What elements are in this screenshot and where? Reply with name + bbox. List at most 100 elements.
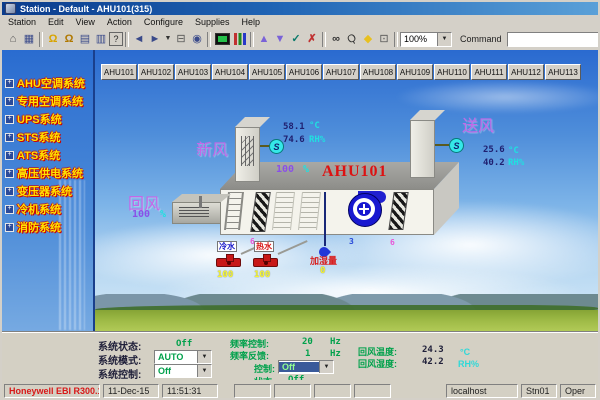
lower-icon[interactable]: ▼ bbox=[272, 31, 288, 47]
supply-air-temp: 25.6 bbox=[483, 145, 505, 155]
tree-expand-icon[interactable]: + bbox=[5, 187, 14, 196]
menu-supplies[interactable]: Supplies bbox=[195, 17, 230, 27]
status-cell-empty bbox=[274, 384, 311, 398]
tree-expand-icon[interactable]: + bbox=[5, 115, 14, 124]
station-field: Stn01 bbox=[521, 384, 557, 398]
tree-expand-icon[interactable]: + bbox=[5, 169, 14, 178]
system-mode-select[interactable]: AUTO ▼ bbox=[154, 350, 212, 364]
page-forward-icon[interactable]: ► bbox=[147, 31, 163, 47]
menu-help[interactable]: Help bbox=[241, 17, 260, 27]
tree-expand-icon[interactable]: + bbox=[5, 151, 14, 160]
chevron-down-icon[interactable]: ▼ bbox=[197, 351, 211, 363]
chilled-water-valve[interactable] bbox=[216, 258, 241, 267]
menu-edit[interactable]: Edit bbox=[48, 17, 64, 27]
cancel-icon[interactable]: ✗ bbox=[304, 31, 320, 47]
sidebar-item-hv-power[interactable]: +高压供电系统 bbox=[2, 164, 93, 182]
menu-station[interactable]: Station bbox=[8, 17, 36, 27]
toolbar-separator bbox=[250, 32, 254, 47]
tab-ahu106[interactable]: AHU106 bbox=[286, 64, 322, 80]
sidebar-item-transformer[interactable]: +变压器系统 bbox=[2, 182, 93, 200]
fresh-damper-unit: % bbox=[303, 164, 309, 175]
tree-expand-icon[interactable]: + bbox=[5, 79, 14, 88]
toolbar-separator bbox=[125, 32, 129, 47]
tree-expand-icon[interactable]: + bbox=[5, 133, 14, 142]
supply-air-sensor-icon[interactable]: S bbox=[449, 138, 464, 153]
chevron-down-icon[interactable]: ▼ bbox=[319, 361, 333, 373]
tab-ahu104[interactable]: AHU104 bbox=[212, 64, 248, 80]
fresh-air-tower-top bbox=[235, 117, 270, 127]
menu-view[interactable]: View bbox=[76, 17, 95, 27]
hot-water-label: 热水 bbox=[254, 241, 274, 252]
supply-air-temp-unit: °C bbox=[508, 146, 519, 156]
return-humidity-unit: RH% bbox=[458, 359, 479, 369]
capture-icon[interactable]: ◉ bbox=[189, 31, 205, 47]
alarm-ack-icon[interactable]: Ω bbox=[61, 31, 77, 47]
monitor-icon[interactable] bbox=[215, 33, 230, 45]
host-field: localhost bbox=[446, 384, 518, 398]
print-icon[interactable]: ⊟ bbox=[173, 31, 189, 47]
sidebar-item-special-ac[interactable]: +专用空调系统 bbox=[2, 92, 93, 110]
viewport-icon[interactable]: ⊡ bbox=[376, 31, 392, 47]
sidebar-item-ats[interactable]: +ATS系统 bbox=[2, 146, 93, 164]
tree-expand-icon[interactable]: + bbox=[5, 223, 14, 232]
multi-display-icon[interactable]: ▦ bbox=[21, 31, 37, 47]
sidebar-item-ups[interactable]: +UPS系统 bbox=[2, 110, 93, 128]
alarm-bell-icon[interactable]: Ω bbox=[45, 31, 61, 47]
zoom-select[interactable]: 100% ▼ bbox=[400, 32, 452, 47]
fresh-air-sensor-icon[interactable]: S bbox=[269, 139, 284, 154]
system-mode-label: 系统模式: bbox=[98, 352, 141, 367]
hot-water-valve[interactable] bbox=[253, 258, 278, 267]
sidebar-item-sts[interactable]: +STS系统 bbox=[2, 128, 93, 146]
confirm-icon[interactable]: ✓ bbox=[288, 31, 304, 47]
pressure-reading-right: 6 bbox=[390, 238, 395, 247]
fresh-damper-position: 100 bbox=[276, 164, 294, 175]
menu-action[interactable]: Action bbox=[107, 17, 132, 27]
tab-ahu113[interactable]: AHU113 bbox=[545, 64, 581, 80]
chevron-down-icon[interactable]: ▼ bbox=[437, 33, 451, 46]
help-page-icon[interactable]: ? bbox=[109, 32, 123, 46]
tab-ahu110[interactable]: AHU110 bbox=[434, 64, 470, 80]
supply-air-humidity-unit: RH% bbox=[508, 158, 524, 168]
sidebar-item-chiller[interactable]: +冷机系统 bbox=[2, 200, 93, 218]
trend-bars-icon[interactable] bbox=[234, 33, 246, 45]
pan-icon[interactable]: ◆ bbox=[360, 31, 376, 47]
humidifier-rod bbox=[324, 192, 326, 246]
chevron-down-icon[interactable]: ▼ bbox=[197, 365, 211, 377]
toolbar: ⌂ ▦ Ω Ω ▤ ▥ ? ◄ ► ▼ ⊟ ◉ ▲ ▼ ✓ ✗ ∞ Ϙ ◆ ⊡ … bbox=[2, 28, 598, 51]
command-label: Command bbox=[460, 34, 502, 44]
tab-ahu108[interactable]: AHU108 bbox=[360, 64, 396, 80]
raise-icon[interactable]: ▲ bbox=[256, 31, 272, 47]
return-humidity-label: 回风湿度: bbox=[358, 357, 397, 370]
tab-ahu109[interactable]: AHU109 bbox=[397, 64, 433, 80]
toolbar-separator bbox=[39, 32, 43, 47]
title-bar: Station - Default - AHU101(315) bbox=[2, 2, 598, 15]
tab-ahu103[interactable]: AHU103 bbox=[175, 64, 211, 80]
tab-ahu102[interactable]: AHU102 bbox=[138, 64, 174, 80]
page-back-icon[interactable]: ◄ bbox=[131, 31, 147, 47]
fresh-air-temp: 58.1 bbox=[283, 122, 305, 132]
control-select[interactable]: Off ▼ bbox=[278, 360, 334, 374]
sidebar-item-ahu-ac[interactable]: +AHU空调系统 bbox=[2, 74, 93, 92]
time-field: 11:51:31 bbox=[162, 384, 218, 398]
sidebar-item-fire[interactable]: +消防系统 bbox=[2, 218, 93, 236]
find-icon[interactable]: ∞ bbox=[328, 31, 344, 47]
tab-ahu101[interactable]: AHU101 bbox=[101, 64, 137, 80]
system-status-value: Off bbox=[176, 339, 192, 349]
menu-configure[interactable]: Configure bbox=[144, 17, 183, 27]
chilled-water-label: 冷水 bbox=[217, 241, 237, 252]
tab-ahu107[interactable]: AHU107 bbox=[323, 64, 359, 80]
system-control-select[interactable]: Off ▼ bbox=[154, 364, 212, 378]
tab-ahu112[interactable]: AHU112 bbox=[508, 64, 544, 80]
tree-expand-icon[interactable]: + bbox=[5, 97, 14, 106]
tab-ahu111[interactable]: AHU111 bbox=[471, 64, 507, 80]
station-icon[interactable]: ⌂ bbox=[5, 31, 21, 47]
toolbar-separator bbox=[394, 32, 398, 47]
supply-air-tower bbox=[410, 120, 435, 178]
tree-expand-icon[interactable]: + bbox=[5, 205, 14, 214]
zoom-value: 100% bbox=[401, 34, 437, 44]
event-summary-icon[interactable]: ▥ bbox=[93, 31, 109, 47]
alarm-summary-icon[interactable]: ▤ bbox=[77, 31, 93, 47]
page-menu-icon[interactable]: ▼ bbox=[163, 31, 173, 47]
tab-ahu105[interactable]: AHU105 bbox=[249, 64, 285, 80]
command-input[interactable]: ▼ bbox=[507, 32, 600, 47]
